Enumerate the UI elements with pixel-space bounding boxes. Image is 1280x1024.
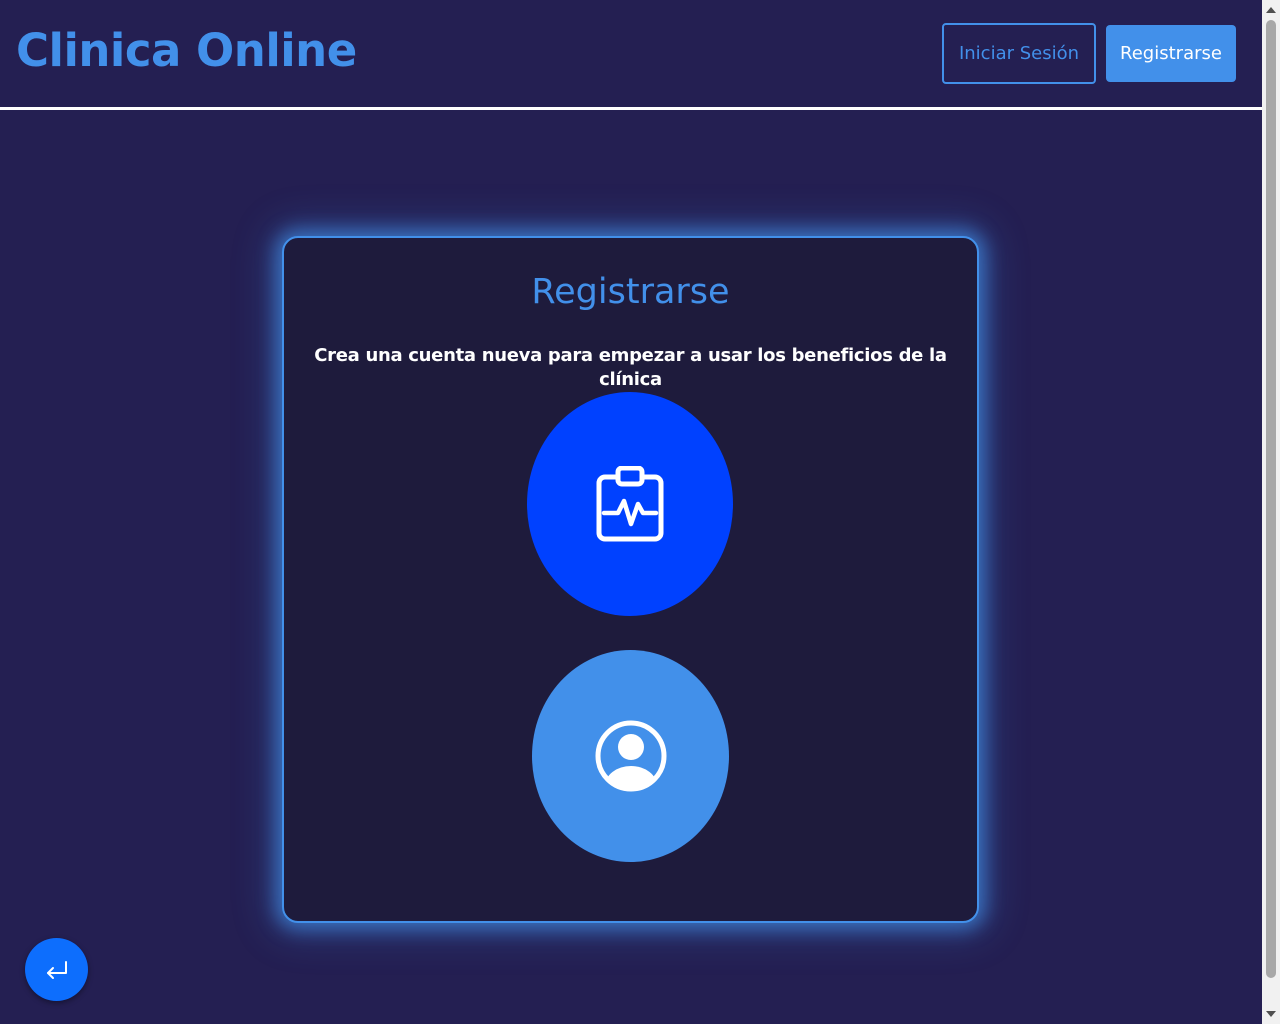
login-button[interactable]: Iniciar Sesión bbox=[942, 23, 1096, 84]
register-patient-button[interactable] bbox=[532, 650, 729, 862]
scroll-up-arrow-icon[interactable] bbox=[1262, 2, 1280, 18]
register-card: Registrarse Crea una cuenta nueva para e… bbox=[282, 236, 979, 923]
card-title: Registrarse bbox=[531, 272, 730, 312]
return-arrow-icon bbox=[46, 960, 67, 979]
clipboard-pulse-icon bbox=[596, 466, 664, 542]
scrollbar-thumb[interactable] bbox=[1266, 20, 1276, 978]
card-subtitle: Crea una cuenta nueva para empezar a usa… bbox=[314, 345, 947, 390]
top-navbar: Clinica Online Iniciar Sesión Registrars… bbox=[0, 0, 1262, 110]
brand-title[interactable]: Clinica Online bbox=[16, 20, 357, 82]
page: Clinica Online Iniciar Sesión Registrars… bbox=[0, 0, 1262, 1024]
register-specialist-button[interactable] bbox=[527, 392, 733, 616]
person-circle-icon bbox=[595, 720, 666, 792]
vertical-scrollbar[interactable] bbox=[1262, 0, 1280, 1024]
back-button[interactable] bbox=[25, 938, 88, 1001]
scroll-down-arrow-icon[interactable] bbox=[1262, 1006, 1280, 1022]
register-button[interactable]: Registrarse bbox=[1106, 25, 1236, 82]
